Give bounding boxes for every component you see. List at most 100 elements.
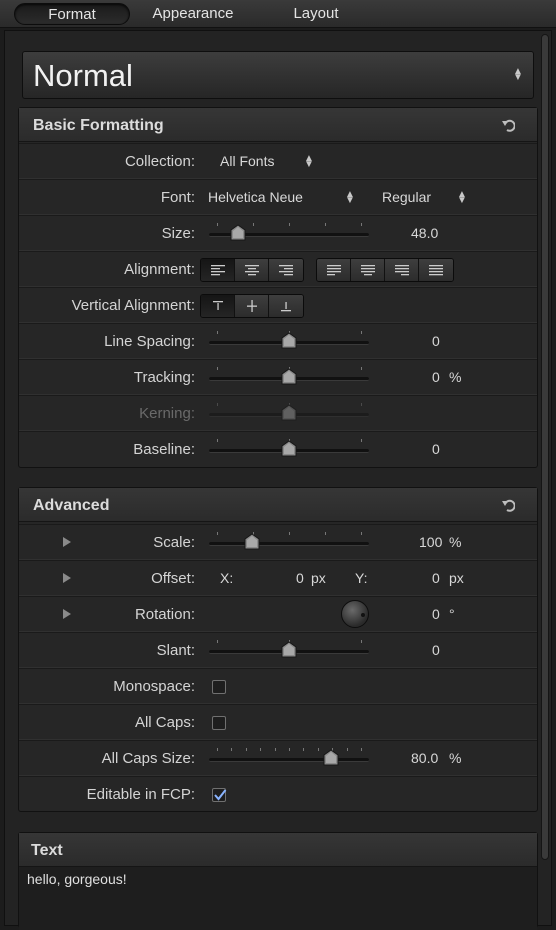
align-center-button[interactable]: [235, 259, 269, 281]
slider-thumb[interactable]: [323, 749, 339, 766]
monospace-label: Monospace:: [113, 678, 195, 695]
size-label: Size:: [161, 225, 195, 242]
row-font: Font: Helvetica Neue ▲ ▼ Regular ▲ ▼: [19, 179, 537, 215]
scale-slider[interactable]: [209, 532, 369, 550]
all-caps-checkbox[interactable]: [212, 716, 226, 730]
reset-icon[interactable]: [501, 498, 515, 512]
row-offset: Offset: X: 0 px Y: 0 px: [19, 560, 537, 596]
all-caps-size-value[interactable]: 80.0: [411, 750, 438, 766]
reset-icon[interactable]: [501, 118, 515, 132]
slider-tick: [217, 439, 218, 442]
justify-right-button[interactable]: [385, 259, 419, 281]
font-style-popup[interactable]: Regular: [382, 189, 431, 205]
line-spacing-value[interactable]: 0: [432, 333, 440, 349]
disclosure-triangle-icon[interactable]: [63, 609, 71, 619]
preset-dropdown[interactable]: Normal ▲ ▼: [22, 51, 534, 99]
font-family-stepper-icon[interactable]: ▲ ▼: [345, 190, 355, 206]
offset-y-unit: px: [449, 570, 464, 586]
tab-layout[interactable]: Layout: [276, 3, 356, 25]
all-caps-label: All Caps:: [134, 714, 195, 731]
slider-thumb[interactable]: [230, 224, 246, 241]
slider-tick: [253, 223, 254, 226]
slider-tick: [361, 748, 362, 751]
slider-thumb[interactable]: [281, 332, 297, 349]
advanced-header[interactable]: Advanced: [19, 488, 537, 522]
justify-left-button[interactable]: [317, 259, 351, 281]
slider-thumb[interactable]: [281, 368, 297, 385]
slider-tick: [303, 748, 304, 751]
row-editable-in-fcp: Editable in FCP:: [19, 776, 537, 812]
baseline-slider[interactable]: [209, 439, 369, 457]
slider-tick: [361, 439, 362, 442]
slider-thumb[interactable]: [281, 440, 297, 457]
tab-format[interactable]: Format: [14, 3, 130, 25]
tracking-slider[interactable]: [209, 367, 369, 385]
slider-thumb[interactable]: [244, 533, 260, 550]
monospace-checkbox[interactable]: [212, 680, 226, 694]
slider-tick: [260, 748, 261, 751]
kerning-label: Kerning:: [139, 405, 195, 422]
slider-thumb[interactable]: [281, 404, 297, 421]
editable-in-fcp-label: Editable in FCP:: [86, 786, 195, 803]
rotation-label: Rotation:: [134, 606, 195, 623]
offset-label: Offset:: [151, 570, 195, 587]
valign-top-icon: [213, 301, 223, 310]
disclosure-triangle-icon[interactable]: [63, 573, 71, 583]
rotation-unit: °: [449, 606, 455, 622]
slider-tick: [217, 367, 218, 370]
slider-thumb[interactable]: [281, 641, 297, 658]
valign-top-button[interactable]: [201, 295, 235, 317]
scale-value[interactable]: 100: [419, 534, 442, 550]
editable-in-fcp-checkbox[interactable]: [212, 788, 227, 802]
baseline-value[interactable]: 0: [432, 441, 440, 457]
offset-x-value[interactable]: 0: [296, 570, 304, 586]
tab-appearance[interactable]: Appearance: [138, 3, 248, 25]
font-style-stepper-icon[interactable]: ▲ ▼: [457, 190, 467, 206]
row-all-caps-size: All Caps Size: 80.0 %: [19, 740, 537, 776]
size-value[interactable]: 48.0: [411, 225, 438, 241]
rotation-dial[interactable]: [341, 600, 369, 628]
text-panel: Text hello, gorgeous!: [18, 832, 538, 930]
size-slider[interactable]: [209, 223, 369, 241]
slider-tick: [361, 532, 362, 535]
kerning-slider: [209, 403, 369, 421]
align-left-button[interactable]: [201, 259, 235, 281]
row-scale: Scale: 100 %: [19, 524, 537, 560]
text-header[interactable]: Text: [19, 833, 537, 867]
disclosure-triangle-icon[interactable]: [63, 537, 71, 547]
valign-middle-button[interactable]: [235, 295, 269, 317]
align-right-icon: [279, 265, 293, 276]
stepper-arrows-icon: ▲ ▼: [513, 66, 523, 83]
justify-full-icon: [429, 265, 443, 276]
collection-popup[interactable]: All Fonts: [220, 153, 274, 169]
collection-stepper-icon[interactable]: ▲ ▼: [304, 154, 314, 170]
rotation-value[interactable]: 0: [432, 606, 440, 622]
slider-tick: [361, 223, 362, 226]
align-right-button[interactable]: [269, 259, 303, 281]
row-collection: Collection: All Fonts ▲ ▼: [19, 143, 537, 179]
justify-full-button[interactable]: [419, 259, 453, 281]
tracking-label: Tracking:: [133, 369, 195, 386]
basic-formatting-header[interactable]: Basic Formatting: [19, 108, 537, 142]
line-spacing-label: Line Spacing:: [104, 333, 195, 350]
slider-tick: [361, 331, 362, 334]
font-family-popup[interactable]: Helvetica Neue: [208, 189, 303, 205]
slider-tick: [217, 403, 218, 406]
tracking-unit: %: [449, 369, 462, 385]
offset-y-value[interactable]: 0: [432, 570, 440, 586]
tracking-value[interactable]: 0: [432, 369, 440, 385]
slant-slider[interactable]: [209, 640, 369, 658]
text-input-area[interactable]: hello, gorgeous!: [19, 867, 537, 930]
justify-left-icon: [327, 265, 341, 276]
justify-center-button[interactable]: [351, 259, 385, 281]
vertical-scrollbar[interactable]: [541, 34, 549, 860]
row-monospace: Monospace:: [19, 668, 537, 704]
slant-value[interactable]: 0: [432, 642, 440, 658]
align-left-icon: [211, 265, 225, 276]
row-size: Size: 48.0: [19, 215, 537, 251]
line-spacing-slider[interactable]: [209, 331, 369, 349]
all-caps-size-slider[interactable]: [209, 748, 369, 766]
slider-tick: [289, 748, 290, 751]
slider-tick: [361, 403, 362, 406]
valign-bottom-button[interactable]: [269, 295, 303, 317]
